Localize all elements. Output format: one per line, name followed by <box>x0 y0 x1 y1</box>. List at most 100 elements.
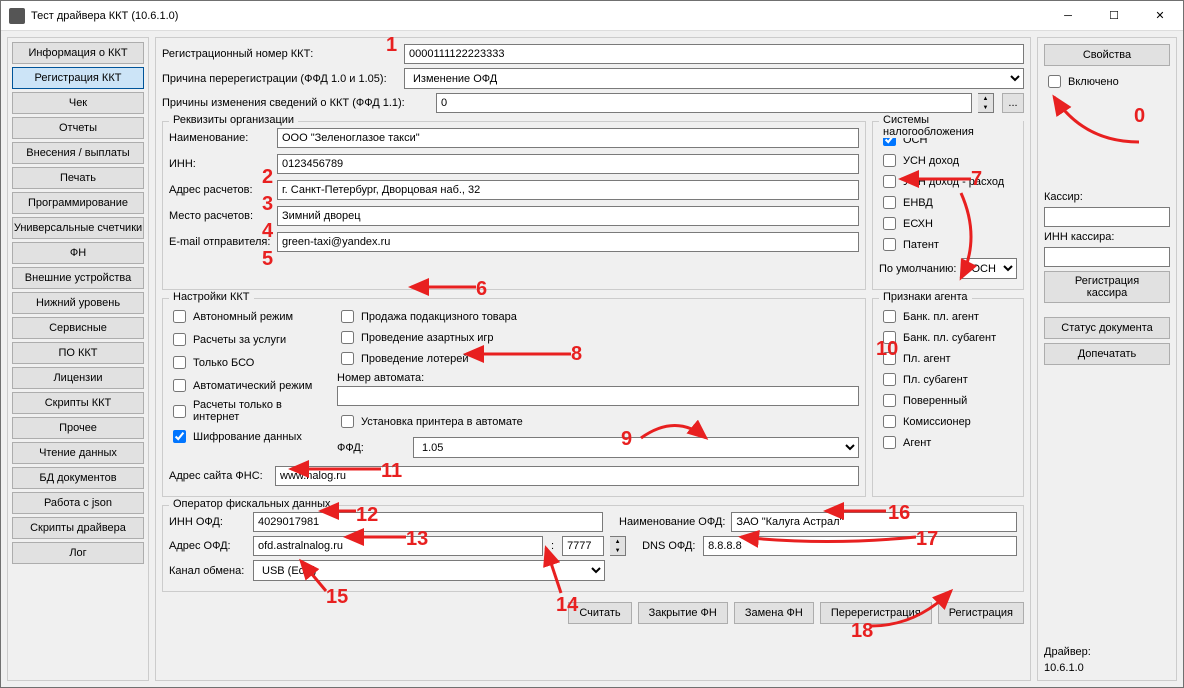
agent-check-2[interactable] <box>883 352 896 365</box>
maximize-button[interactable]: ☐ <box>1091 1 1137 31</box>
nav-по-ккт[interactable]: ПО ККТ <box>12 342 144 364</box>
ofd-channel-select[interactable]: USB (EoU) <box>253 560 605 581</box>
nav-информация-о-ккт[interactable]: Информация о ККТ <box>12 42 144 64</box>
agent-legend: Признаки агента <box>879 291 972 303</box>
cashier-inn-input[interactable] <box>1044 247 1170 267</box>
org-place-label: Место расчетов: <box>169 210 277 222</box>
kkt1-label-2: Только БСО <box>193 357 254 369</box>
nav-лицензии[interactable]: Лицензии <box>12 367 144 389</box>
tax-check-4[interactable] <box>883 217 896 230</box>
org-place-input[interactable] <box>277 206 859 226</box>
ofd-channel-label: Канал обмена: <box>169 565 247 577</box>
agent-check-6[interactable] <box>883 436 896 449</box>
ofd-legend: Оператор фискальных данных <box>169 498 334 510</box>
action-4[interactable]: Регистрация <box>938 602 1024 624</box>
ofd-addr-input[interactable] <box>253 536 543 556</box>
nav-работа-с-json[interactable]: Работа с json <box>12 492 144 514</box>
ofd-port-input[interactable] <box>562 536 604 556</box>
agent-group: Признаки агента Банк. пл. агентБанк. пл.… <box>872 298 1024 497</box>
org-name-input[interactable] <box>277 128 859 148</box>
kkt1-label-1: Расчеты за услуги <box>193 334 286 346</box>
kkt1-label-4: Расчеты только в интернет <box>193 399 329 423</box>
nav-внесения-выплаты[interactable]: Внесения / выплаты <box>12 142 144 164</box>
agent-check-0[interactable] <box>883 310 896 323</box>
reg-cashier-button[interactable]: Регистрация кассира <box>1044 271 1170 303</box>
tax-check-2[interactable] <box>883 175 896 188</box>
tax-check-1[interactable] <box>883 154 896 167</box>
nav-скрипты-ккт[interactable]: Скрипты ККТ <box>12 392 144 414</box>
changes-spinner[interactable]: ▲▼ <box>978 93 994 113</box>
printer-checkbox[interactable] <box>341 415 354 428</box>
kkt2-check-0[interactable] <box>341 310 354 323</box>
nav-чтение-данных[interactable]: Чтение данных <box>12 442 144 464</box>
changes-more-button[interactable]: ... <box>1002 93 1024 113</box>
reprint-button[interactable]: Допечатать <box>1044 343 1170 365</box>
nav-нижний-уровень[interactable]: Нижний уровень <box>12 292 144 314</box>
nav-отчеты[interactable]: Отчеты <box>12 117 144 139</box>
reg-number-input[interactable] <box>404 44 1024 64</box>
kkt1-check-0[interactable] <box>173 310 186 323</box>
org-inn-input[interactable] <box>277 154 859 174</box>
nav-скрипты-драйвера[interactable]: Скрипты драйвера <box>12 517 144 539</box>
cashier-inn-label: ИНН кассира: <box>1044 231 1170 243</box>
ofd-inn-label: ИНН ОФД: <box>169 516 247 528</box>
nav-прочее[interactable]: Прочее <box>12 417 144 439</box>
agent-check-5[interactable] <box>883 415 896 428</box>
close-button[interactable]: ✕ <box>1137 1 1183 31</box>
ofd-name-input[interactable] <box>731 512 1017 532</box>
kkt2-check-1[interactable] <box>341 331 354 344</box>
rereg-reason-select[interactable]: Изменение ОФД <box>404 68 1024 89</box>
properties-button[interactable]: Свойства <box>1044 44 1170 66</box>
tax-check-5[interactable] <box>883 238 896 251</box>
kkt1-check-3[interactable] <box>173 379 186 392</box>
kkt2-label-0: Продажа подакцизного товара <box>361 311 517 323</box>
agent-label-4: Поверенный <box>903 395 967 407</box>
ofd-name-label: Наименование ОФД: <box>619 516 725 528</box>
tax-label-4: ЕСХН <box>903 218 933 230</box>
tax-legend: Системы налогообложения <box>879 114 1023 138</box>
nav-универсальные-счетчики[interactable]: Универсальные счетчики <box>12 217 144 239</box>
automat-input[interactable] <box>337 386 859 406</box>
kkt1-check-5[interactable] <box>173 430 186 443</box>
kkt-settings-legend: Настройки ККТ <box>169 291 254 303</box>
agent-check-3[interactable] <box>883 373 896 386</box>
nav-сервисные[interactable]: Сервисные <box>12 317 144 339</box>
nav-лог[interactable]: Лог <box>12 542 144 564</box>
minimize-button[interactable]: ─ <box>1045 1 1091 31</box>
changes-input[interactable] <box>436 93 972 113</box>
kkt2-check-2[interactable] <box>341 352 354 365</box>
driver-version: 10.6.1.0 <box>1044 662 1170 674</box>
ofd-dns-input[interactable] <box>703 536 1017 556</box>
doc-status-button[interactable]: Статус документа <box>1044 317 1170 339</box>
nav-регистрация-ккт[interactable]: Регистрация ККТ <box>12 67 144 89</box>
tax-check-3[interactable] <box>883 196 896 209</box>
nav-бд-документов[interactable]: БД документов <box>12 467 144 489</box>
kkt1-check-4[interactable] <box>173 405 186 418</box>
fns-input[interactable] <box>275 466 859 486</box>
agent-check-4[interactable] <box>883 394 896 407</box>
ffd-select[interactable]: 1.05 <box>413 437 859 458</box>
cashier-input[interactable] <box>1044 207 1170 227</box>
kkt-settings-group: Настройки ККТ Автономный режимРасчеты за… <box>162 298 866 497</box>
enabled-checkbox[interactable] <box>1048 75 1061 88</box>
kkt1-check-1[interactable] <box>173 333 186 346</box>
ofd-addr-label: Адрес ОФД: <box>169 540 247 552</box>
nav-печать[interactable]: Печать <box>12 167 144 189</box>
changes-label: Причины изменения сведений о ККТ (ФФД 1.… <box>162 97 430 109</box>
agent-check-1[interactable] <box>883 331 896 344</box>
nav-программирование[interactable]: Программирование <box>12 192 144 214</box>
ofd-port-spinner[interactable]: ▲▼ <box>610 536 626 556</box>
action-0[interactable]: Считать <box>568 602 631 624</box>
action-1[interactable]: Закрытие ФН <box>638 602 728 624</box>
agent-label-5: Комиссионер <box>903 416 971 428</box>
org-email-input[interactable] <box>277 232 859 252</box>
kkt1-check-2[interactable] <box>173 356 186 369</box>
nav-фн[interactable]: ФН <box>12 242 144 264</box>
ofd-inn-input[interactable] <box>253 512 603 532</box>
tax-default-select[interactable]: ОСН <box>962 258 1017 279</box>
nav-внешние-устройства[interactable]: Внешние устройства <box>12 267 144 289</box>
action-2[interactable]: Замена ФН <box>734 602 814 624</box>
nav-чек[interactable]: Чек <box>12 92 144 114</box>
action-3[interactable]: Перерегистрация <box>820 602 932 624</box>
org-addr-input[interactable] <box>277 180 859 200</box>
